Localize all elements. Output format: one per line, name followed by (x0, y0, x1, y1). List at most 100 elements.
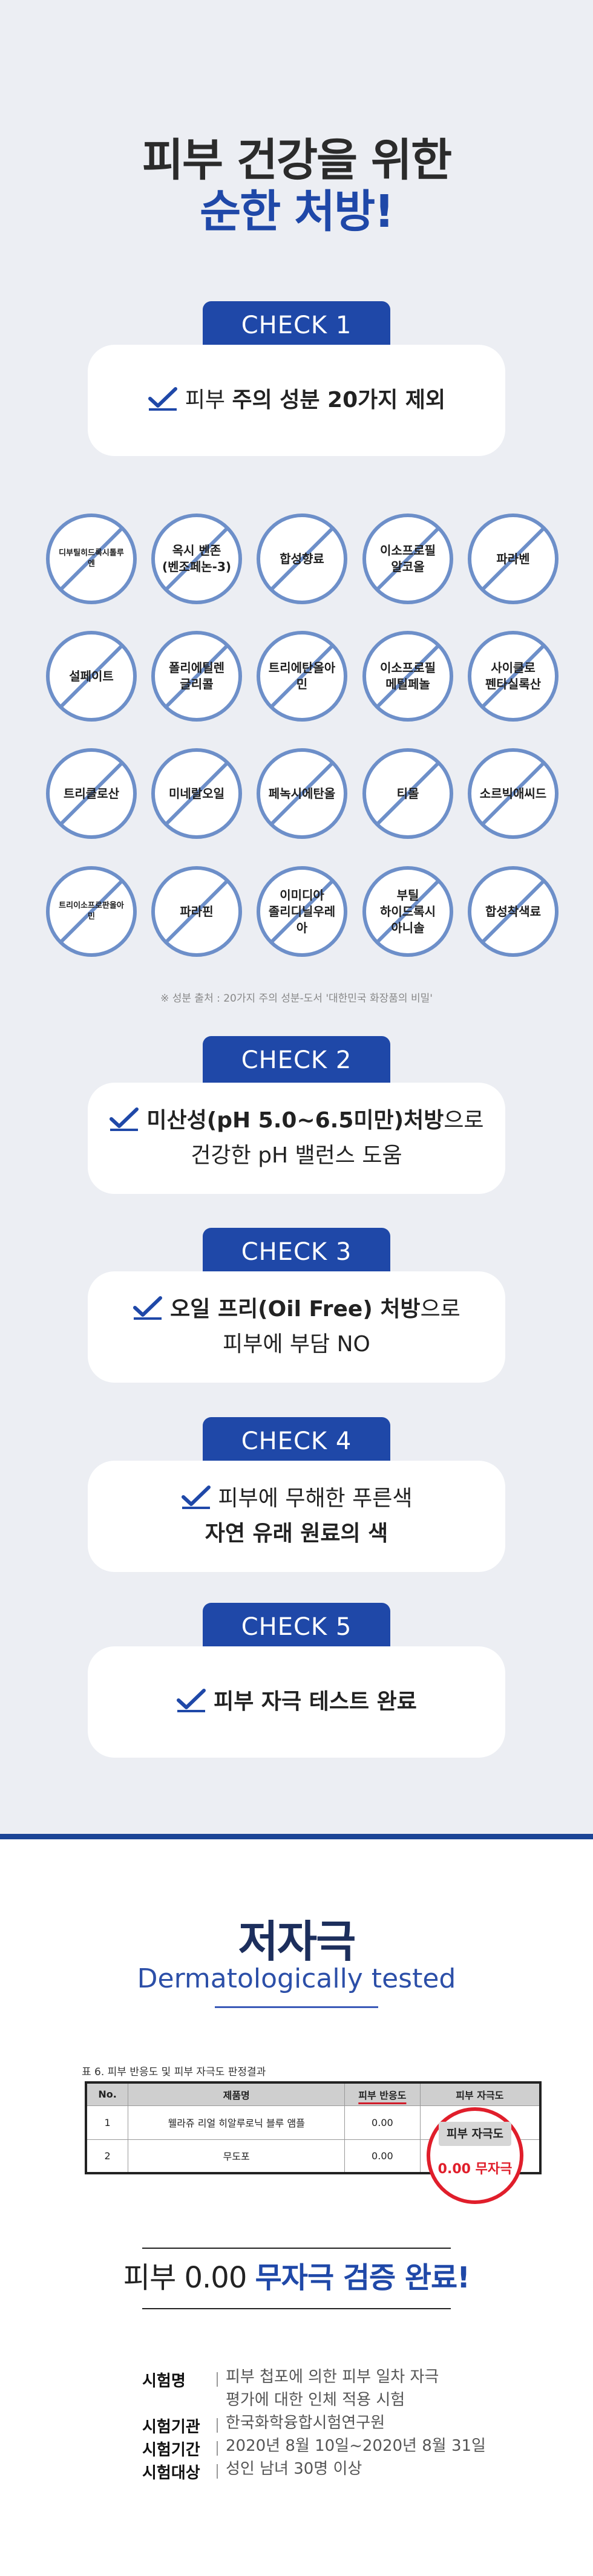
check-text: 피부 (185, 388, 232, 412)
check-card-line: 자연 유래 원료의 색 (88, 1516, 505, 1551)
excluded-ingredient: 이소프로필 알코올 (362, 513, 454, 605)
excluded-ingredient: 트리클로산 (45, 748, 137, 840)
ingredient-name: 트리이소프로판올아민 (59, 901, 124, 921)
ingredient-name: 설페이트 (69, 668, 114, 683)
info-value: 성인 남녀 30명 이상 (226, 2460, 362, 2478)
check-5-card: 피부 자극 테스트 완료 (88, 1646, 505, 1758)
ingredient-name: 폴리에틸렌 글리콜 (169, 660, 224, 691)
info-label: 시험대상 (142, 2464, 200, 2482)
ingredient-name: 사이클로 펜타실록산 (485, 660, 541, 691)
derma-title: 저자극 (238, 1916, 356, 1967)
excluded-ingredient: 소르빅애씨드 (467, 748, 559, 840)
check-card-line: 피부에 무해한 푸른색 (88, 1481, 505, 1516)
check-4-tab: CHECK 4 (203, 1417, 390, 1466)
verify-statement: 피부 0.00 무자극 검증 완료! (0, 2254, 593, 2296)
ingredient-name: 미네랄오일 (169, 786, 224, 801)
verify-prefix: 피부 0.00 (123, 2261, 255, 2295)
ingredient-name: 부틸 하이드록시 아니솔 (380, 887, 436, 935)
ingredient-name: 이소프로필 메틸페놀 (380, 660, 436, 691)
excluded-ingredient: 페녹시에탄올 (256, 748, 348, 840)
info-value: 피부 첩포에 의한 피부 일차 자극 평가에 대한 인체 적용 시험 (226, 2368, 439, 2409)
info-separator (217, 2441, 218, 2456)
cell-reaction: 0.00 (344, 2139, 421, 2174)
info-label: 시험기간 (142, 2441, 200, 2459)
excluded-ingredient: 이소프로필 메틸페놀 (362, 630, 454, 722)
source-note: ※ 성분 출처 : 20가지 주의 성분-도서 '대한민국 화장품의 비밀' (160, 993, 433, 1005)
irritation-highlight-circle: 피부 자극도 0.00 무자극 (427, 2107, 523, 2204)
cell-product: 웰라쥬 리얼 히알루로닉 블루 앰플 (128, 2105, 346, 2140)
check-icon (181, 1485, 211, 1509)
check-card-line: 피부에 부담 NO (88, 1327, 505, 1362)
check-text: 으로 (444, 1108, 484, 1133)
header-product: 제품명 (128, 2082, 346, 2106)
info-separator (217, 2418, 218, 2433)
check-card-line: 건강한 pH 밸런스 도움 (88, 1138, 505, 1173)
check-text-bold: 피부 자극 테스트 완료 (214, 1689, 417, 1714)
hero-highlight: 순한 처방! (200, 186, 395, 238)
ingredient-name: 티몰 (396, 786, 419, 801)
excluded-ingredient: 부틸 하이드록시 아니솔 (362, 866, 454, 957)
check-text-bold: 주의 성분 20가지 제외 (232, 388, 446, 412)
check-5-tab: CHECK 5 (203, 1603, 390, 1651)
header-no: No. (85, 2082, 129, 2106)
ingredient-name: 소르빅애씨드 (479, 786, 547, 801)
info-separator (217, 2372, 218, 2387)
check-text: 피부에 무해한 푸른색 (218, 1486, 413, 1511)
info-separator (217, 2464, 218, 2479)
check-2-card: 미산성(pH 5.0~6.5미만)처방으로 건강한 pH 밸런스 도움 (88, 1083, 505, 1194)
excluded-ingredient: 사이클로 펜타실록산 (467, 630, 559, 722)
derma-test-section: 저자극 Dermatologically tested 표 6. 피부 반응도 … (0, 1839, 593, 2576)
cell-no: 2 (85, 2139, 129, 2174)
info-label: 시험기관 (142, 2418, 200, 2436)
info-label: 시험명 (142, 2372, 186, 2390)
ingredient-name: 트리클로산 (64, 786, 119, 801)
formula-section: 피부 건강을 위한 순한 처방! CHECK 1 피부 주의 성분 20가지 제… (0, 0, 593, 1834)
ingredient-name: 파라핀 (180, 904, 214, 919)
excluded-ingredient: 티몰 (362, 748, 454, 840)
check-2-tab: CHECK 2 (203, 1036, 390, 1084)
excluded-ingredient: 디부틸히드록시톨루엔 (45, 513, 137, 605)
ingredient-name: 이미디아 졸리디닐우레아 (268, 887, 336, 935)
derma-subtitle-underline (215, 2006, 378, 2008)
header-reaction: 피부 반응도 (344, 2082, 421, 2106)
header-irritation: 피부 자극도 (419, 2082, 541, 2106)
cell-product: 무도포 (128, 2139, 346, 2174)
verify-top-line (142, 2248, 451, 2249)
excluded-ingredient: 폴리에틸렌 글리콜 (151, 630, 243, 722)
cell-reaction: 0.00 (344, 2105, 421, 2140)
excluded-ingredient: 트리이소프로판올아민 (45, 866, 137, 957)
ingredient-name: 옥시 벤존 (벤조페논-3) (162, 543, 232, 574)
product-detail-page: 피부 건강을 위한 순한 처방! CHECK 1 피부 주의 성분 20가지 제… (0, 0, 593, 2576)
info-row-subjects: 시험대상 성인 남녀 30명 이상 (142, 2460, 505, 2483)
badge-value: 0.00 무자극 (437, 2162, 513, 2177)
ingredient-name: 디부틸히드록시톨루엔 (59, 549, 124, 569)
excluded-ingredient: 합성향료 (256, 513, 348, 605)
excluded-ingredient: 이미디아 졸리디닐우레아 (256, 866, 348, 957)
check-1-card: 피부 주의 성분 20가지 제외 (88, 345, 505, 456)
check-text: 으로 (420, 1297, 460, 1322)
check-text-bold: 오일 프리(Oil Free) 처방 (170, 1297, 421, 1322)
check-icon (148, 387, 177, 411)
check-icon (177, 1689, 206, 1712)
check-card-line: 미산성(pH 5.0~6.5미만)처방으로 (88, 1103, 505, 1138)
check-text: 피부에 부담 NO (223, 1332, 370, 1357)
check-card-line: 오일 프리(Oil Free) 처방으로 (88, 1292, 505, 1327)
verify-highlight: 무자극 검증 완료! (255, 2261, 470, 2295)
table-header-row: No. 제품명 피부 반응도 피부 자극도 (85, 2082, 541, 2106)
verify-bottom-line (142, 2308, 451, 2309)
excluded-ingredient: 옥시 벤존 (벤조페논-3) (151, 513, 243, 605)
excluded-ingredient: 미네랄오일 (151, 748, 243, 840)
excluded-ingredient: 파라핀 (151, 866, 243, 957)
check-3-card: 오일 프리(Oil Free) 처방으로피부에 부담 NO (88, 1271, 505, 1383)
check-icon (133, 1296, 163, 1320)
excluded-ingredient: 설페이트 (45, 630, 137, 722)
info-value: 2020년 8월 10일~2020년 8월 31일 (226, 2437, 486, 2455)
info-value: 한국화학융합시험연구원 (226, 2414, 385, 2432)
cell-no: 1 (85, 2105, 129, 2140)
ingredient-name: 합성향료 (280, 551, 324, 566)
badge-header: 피부 자극도 (439, 2122, 511, 2146)
check-icon (110, 1107, 139, 1131)
excluded-ingredient: 합성착색료 (467, 866, 559, 957)
test-info: 시험명 피부 첩포에 의한 피부 일차 자극 평가에 대한 인체 적용 시험 시… (142, 2368, 505, 2483)
check-3-tab: CHECK 3 (203, 1228, 390, 1276)
